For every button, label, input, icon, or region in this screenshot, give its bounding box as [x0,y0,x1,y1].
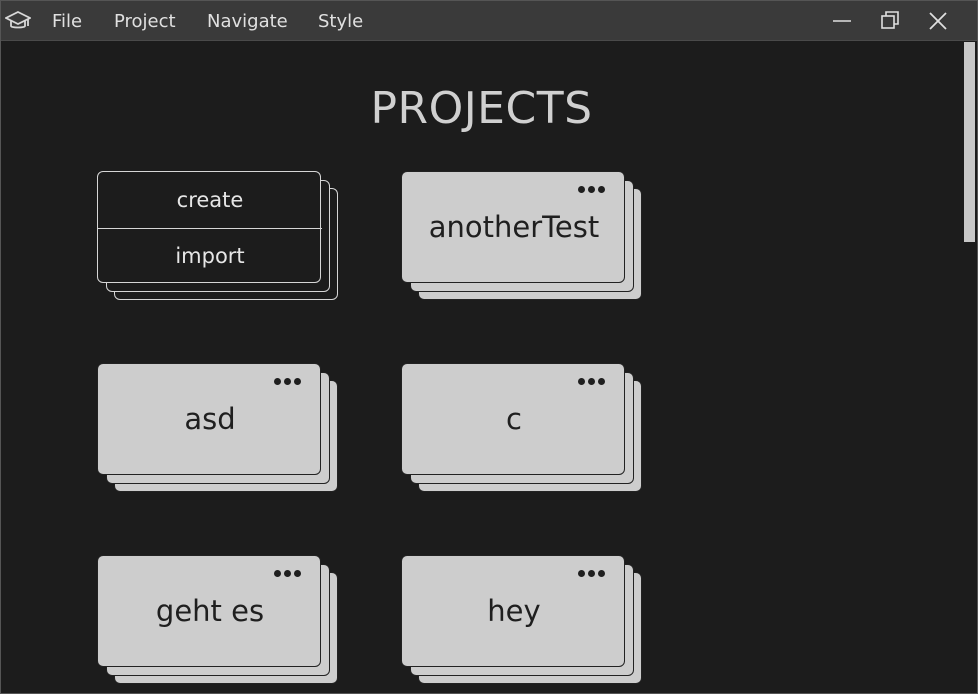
card-front[interactable]: asd [97,363,321,475]
graduation-cap-icon [5,10,31,29]
restore-icon [881,11,899,29]
more-options-icon[interactable] [268,368,308,390]
more-options-icon[interactable] [572,176,612,198]
project-card[interactable]: geht es [97,555,339,685]
vertical-scrollbar[interactable] [962,42,977,693]
project-name: hey [487,594,541,628]
create-button[interactable]: create [98,172,322,228]
project-card[interactable]: anotherTest [401,171,643,301]
card-front[interactable]: c [401,363,625,475]
menu-file[interactable]: File [52,11,82,33]
scrollbar-thumb[interactable] [964,42,975,242]
more-options-icon[interactable] [572,368,612,390]
menu-navigate[interactable]: Navigate [207,11,288,33]
more-options-icon[interactable] [572,560,612,582]
project-card[interactable]: asd [97,363,339,493]
page-title: PROJECTS [370,83,593,134]
card-front[interactable]: anotherTest [401,171,625,283]
app-window: File Project Navigate Style PROJECTS cre… [0,0,978,694]
import-button[interactable]: import [98,229,322,284]
close-button[interactable] [921,5,955,37]
project-name: geht es [155,594,265,628]
card-front: create import [97,171,322,284]
minimize-icon [833,20,851,22]
restore-button[interactable] [873,5,907,37]
title-bar: File Project Navigate Style [1,1,977,41]
close-icon [929,12,947,30]
project-card[interactable]: c [401,363,643,493]
new-project-card: create import [97,171,339,301]
more-options-icon[interactable] [268,560,308,582]
menu-style[interactable]: Style [318,11,363,33]
card-front[interactable]: geht es [97,555,321,667]
minimize-button[interactable] [825,5,859,37]
menu-project[interactable]: Project [114,11,176,33]
project-name: anotherTest [428,210,600,244]
project-card[interactable]: hey [401,555,643,685]
card-front[interactable]: hey [401,555,625,667]
project-name: asd [184,402,236,436]
project-name: c [506,402,522,436]
